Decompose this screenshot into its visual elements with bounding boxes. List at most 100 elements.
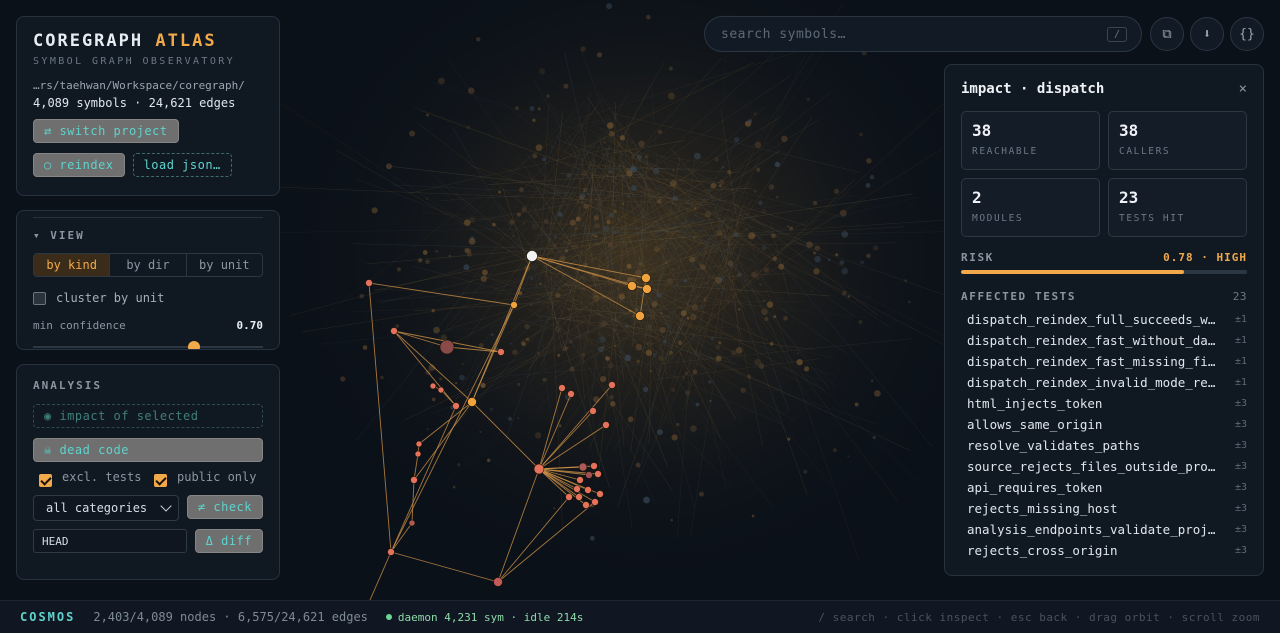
graph-node[interactable]: [390, 327, 398, 335]
graph-node[interactable]: [584, 486, 592, 494]
affected-test-item[interactable]: allows_same_origin ±3: [961, 414, 1247, 435]
graph-node[interactable]: [575, 493, 583, 501]
graph-node-faint: [598, 346, 604, 353]
affected-test-item[interactable]: analysis_endpoints_validate_project ±3: [961, 519, 1247, 540]
graph-node[interactable]: [582, 501, 590, 509]
public-only-option[interactable]: public only: [148, 470, 263, 487]
graph-node[interactable]: [533, 463, 545, 475]
status-bar: COSMOS 2,403/4,089 nodes · 6,575/24,621 …: [0, 600, 1280, 633]
graph-node[interactable]: [415, 440, 423, 448]
affected-test-name: dispatch_reindex_fast_missing_file_error…: [967, 354, 1217, 369]
graph-node[interactable]: [526, 250, 538, 262]
affected-test-item[interactable]: dispatch_reindex_invalid_mode_rejected ±1: [961, 372, 1247, 393]
graph-node[interactable]: [635, 311, 645, 321]
graph-node[interactable]: [591, 498, 599, 506]
affected-test-item[interactable]: resolve_validates_paths ±3: [961, 435, 1247, 456]
graph-node[interactable]: [387, 548, 395, 556]
status-dot-icon: [385, 614, 392, 620]
graph-node[interactable]: [642, 284, 652, 294]
switch-project-button[interactable]: ⇄ switch project: [33, 119, 179, 143]
graph-node-faint: [865, 182, 871, 188]
graph-node[interactable]: [576, 476, 584, 484]
graph-node[interactable]: [590, 462, 598, 470]
confidence-slider[interactable]: [33, 340, 263, 349]
impact-of-selected-button[interactable]: ◉ impact of selected: [33, 404, 263, 428]
graph-node-faint: [507, 416, 513, 421]
affected-test-item[interactable]: dispatch_reindex_full_succeeds_when_read…: [961, 309, 1247, 330]
affected-test-item[interactable]: html_injects_token ±3: [961, 393, 1247, 414]
graph-node-faint: [418, 258, 423, 263]
graph-node[interactable]: [567, 390, 575, 398]
graph-node[interactable]: [410, 476, 418, 484]
app-subtitle: SYMBOL GRAPH OBSERVATORY: [33, 56, 236, 67]
close-icon[interactable]: ×: [1239, 81, 1247, 97]
graph-node[interactable]: [589, 407, 597, 415]
graph-node[interactable]: [467, 397, 477, 407]
category-select-value: all categories: [46, 501, 148, 515]
graph-node-faint: [486, 458, 491, 463]
graph-node[interactable]: [408, 519, 416, 527]
graph-node[interactable]: [439, 339, 455, 355]
graph-node[interactable]: [510, 301, 518, 309]
check-button[interactable]: ≠ check: [186, 495, 263, 519]
graph-node[interactable]: [585, 471, 593, 479]
graph-node[interactable]: [429, 382, 437, 390]
graph-node-faint: [603, 226, 610, 232]
export-json-button[interactable]: {}: [1230, 17, 1264, 51]
download-button[interactable]: ⬇: [1190, 17, 1224, 51]
graph-node[interactable]: [641, 273, 651, 283]
graph-node-faint: [869, 174, 875, 180]
daemon-status: daemon 4,231 sym · idle 214s: [385, 611, 583, 624]
slider-thumb[interactable]: [188, 341, 200, 349]
view-mode-by-kind[interactable]: by kind: [34, 254, 111, 276]
graph-node-faint: [676, 422, 680, 427]
graph-node[interactable]: [627, 281, 637, 291]
graph-node[interactable]: [608, 381, 616, 389]
affected-test-item[interactable]: source_rejects_files_outside_project ±3: [961, 456, 1247, 477]
public-only-checkbox[interactable]: [154, 474, 167, 487]
exclude-tests-checkbox[interactable]: [39, 474, 52, 487]
copy-button[interactable]: ⧉: [1150, 17, 1184, 51]
load-json-button[interactable]: load json…: [132, 153, 232, 177]
view-section-toggle[interactable]: ▾ VIEW: [33, 229, 263, 242]
view-mode-by-dir[interactable]: by dir: [110, 254, 187, 276]
graph-node[interactable]: [452, 402, 460, 410]
graph-node[interactable]: [558, 384, 566, 392]
graph-node[interactable]: [414, 450, 422, 458]
stat-label: MODULES: [972, 213, 1024, 224]
graph-node-faint: [751, 514, 755, 518]
graph-node[interactable]: [493, 577, 503, 587]
dead-code-button[interactable]: ☠ dead code: [33, 438, 263, 462]
affected-test-item[interactable]: api_requires_token ±3: [961, 477, 1247, 498]
cluster-by-unit-option[interactable]: cluster by unit: [33, 291, 263, 305]
graph-node[interactable]: [602, 421, 610, 429]
graph-node[interactable]: [594, 470, 602, 478]
affected-test-item[interactable]: rejects_missing_host ±3: [961, 498, 1247, 519]
cluster-by-unit-checkbox[interactable]: [33, 291, 46, 305]
reindex-button[interactable]: ○ reindex: [33, 153, 125, 177]
graph-node-faint: [522, 222, 526, 225]
graph-node-faint: [748, 119, 753, 124]
search-input[interactable]: [721, 26, 1107, 42]
diff-button[interactable]: Δ diff: [194, 529, 263, 553]
graph-node[interactable]: [596, 490, 604, 498]
git-ref-input[interactable]: HEAD: [33, 529, 187, 553]
impact-title: impact · dispatch: [961, 81, 1105, 97]
graph-node[interactable]: [578, 462, 588, 472]
graph-node[interactable]: [437, 386, 445, 394]
category-select[interactable]: all categories: [33, 495, 179, 521]
affected-test-item[interactable]: dispatch_reindex_fast_without_daemon_fai…: [961, 330, 1247, 351]
graph-node-faint: [758, 363, 765, 369]
view-mode-by-unit[interactable]: by unit: [187, 254, 262, 276]
exclude-tests-option[interactable]: excl. tests: [33, 470, 148, 487]
graph-node-faint: [476, 37, 481, 42]
affected-test-item[interactable]: rejects_cross_origin ±3: [961, 540, 1247, 561]
graph-node[interactable]: [497, 348, 505, 356]
graph-node-faint: [680, 310, 687, 317]
graph-node[interactable]: [573, 485, 581, 493]
graph-node[interactable]: [565, 493, 573, 501]
graph-node[interactable]: [365, 279, 373, 287]
graph-node-faint: [509, 220, 515, 226]
affected-test-item[interactable]: dispatch_reindex_fast_missing_file_error…: [961, 351, 1247, 372]
graph-node-faint: [636, 154, 642, 160]
